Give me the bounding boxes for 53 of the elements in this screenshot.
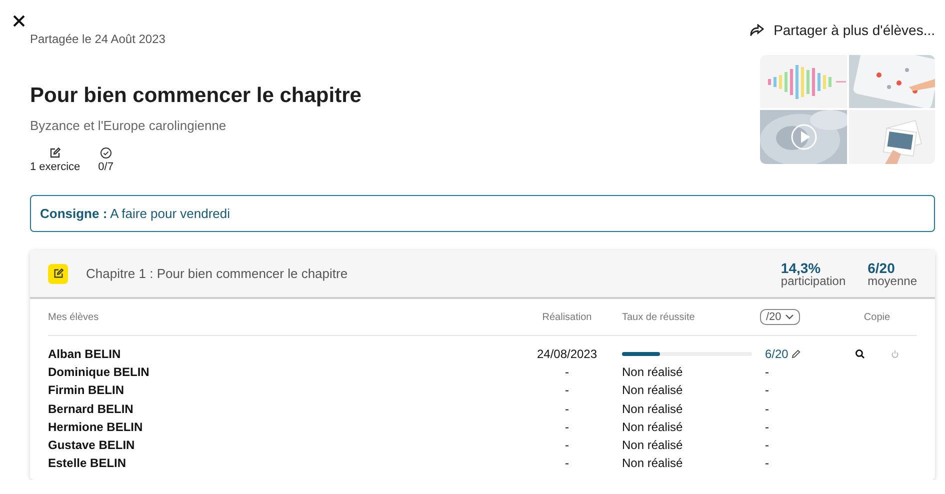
search-icon[interactable] [855, 349, 865, 360]
completion-cell-text: 24/08/2023 [536, 347, 598, 362]
completion-cell-text: - [564, 365, 570, 380]
pencil-icon[interactable] [791, 349, 802, 360]
student-name: Firmin BELIN [48, 383, 126, 398]
edit-icon [48, 264, 68, 284]
subtitle: Byzance et l'Europe carolingienne [30, 118, 228, 133]
stat-label: 1 exercice [30, 161, 80, 173]
score-cell: - [765, 365, 769, 380]
completion-cell-text: - [564, 402, 570, 416]
share-icon [750, 24, 764, 36]
scale-dropdown[interactable]: /20 [760, 309, 800, 325]
student-name: Alban BELIN [48, 347, 122, 362]
score-cell: - [765, 438, 769, 452]
student-name: Bernard BELIN [48, 402, 134, 416]
score-cell: - [765, 383, 769, 398]
column-header: Mes élèves [48, 312, 100, 322]
student-name: Estelle BELIN [48, 456, 128, 470]
share-button[interactable]: Partager à plus d'élèves... [750, 22, 935, 38]
page-title: Pour bien commencer le chapitre [30, 84, 362, 108]
score-link[interactable]: 6/20 [765, 347, 788, 362]
completion-cell-text: - [564, 383, 570, 398]
stat-label: 0/7 [98, 161, 114, 173]
student-name: Hermione BELIN [48, 420, 144, 434]
score-cell: - [765, 420, 769, 434]
instruction-text: Consigne : A faire pour vendredi [30, 195, 935, 232]
status-text: Non réalisé [622, 438, 684, 452]
status-text: Non réalisé [622, 402, 684, 416]
student-name: Gustave BELIN [48, 438, 136, 452]
status-text: Non réalisé [622, 383, 684, 398]
score-cell: - [765, 456, 769, 470]
completion-cell-text: - [564, 420, 570, 434]
metric-label: moyenne [868, 274, 917, 286]
close-icon[interactable] [12, 14, 26, 28]
completion-cell-text: - [564, 438, 570, 452]
status-text: Non réalisé [622, 456, 684, 470]
caret-icon [785, 314, 794, 320]
status-text: Non réalisé [622, 365, 684, 380]
metric-value: 14,3% [780, 260, 822, 274]
edit-icon [49, 147, 62, 159]
metric-label: participation [780, 274, 846, 286]
column-header: Taux de réussite [622, 312, 696, 322]
shared-date: Partagée le 24 Août 2023 [30, 32, 166, 46]
check-circle-icon [100, 147, 112, 159]
metric-value: 6/20 [868, 260, 896, 274]
column-header: Copie [862, 312, 892, 322]
play-icon [791, 124, 817, 150]
student-name: Dominique BELIN [48, 365, 150, 380]
score-cell: - [765, 402, 769, 416]
chapter-title: Chapitre 1 : Pour bien commencer le chapitre [86, 266, 349, 281]
status-text: Non réalisé [622, 420, 684, 434]
completion-cell-text: - [564, 456, 570, 470]
column-header: Réalisation [541, 312, 593, 322]
